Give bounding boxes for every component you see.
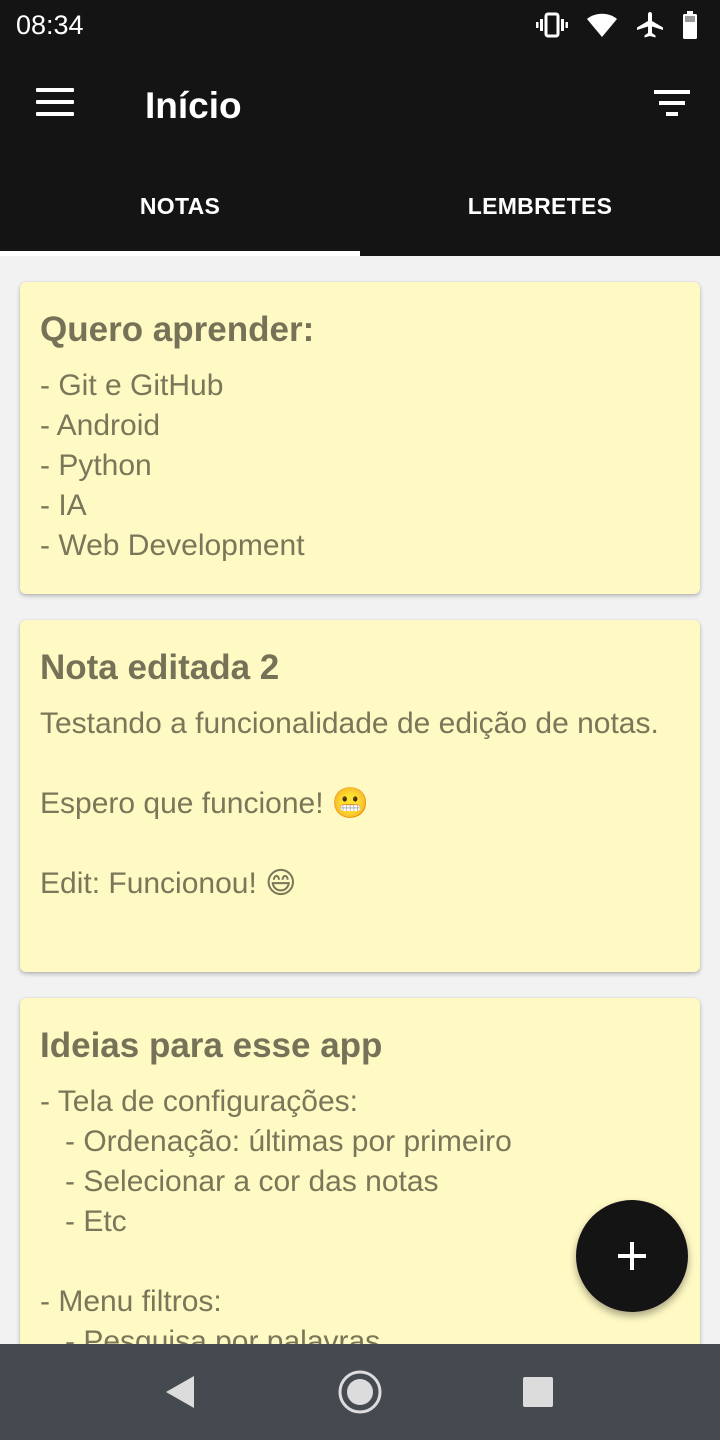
screen: 08:34 Início NOTAS LEMBRETES Quero apren… bbox=[0, 0, 720, 1440]
recents-icon[interactable] bbox=[508, 1366, 568, 1418]
note-body: - Tela de configurações: - Ordenação: úl… bbox=[40, 1085, 512, 1344]
tab-lembretes[interactable]: LEMBRETES bbox=[360, 160, 720, 256]
system-nav-bar bbox=[0, 1344, 720, 1440]
airplane-icon bbox=[637, 12, 663, 38]
home-icon[interactable] bbox=[330, 1366, 390, 1418]
tab-notas[interactable]: NOTAS bbox=[0, 160, 360, 256]
status-icons bbox=[536, 10, 698, 40]
note-body: - Git e GitHub - Android - Python - IA -… bbox=[40, 369, 305, 562]
note-card[interactable]: Quero aprender: - Git e GitHub - Android… bbox=[20, 282, 700, 594]
note-title: Ideias para esse app bbox=[40, 1026, 383, 1065]
filter-sort-icon[interactable] bbox=[654, 90, 690, 118]
filter-line bbox=[666, 112, 678, 116]
app-bar: Início bbox=[0, 50, 720, 160]
menu-line bbox=[36, 88, 74, 92]
wifi-icon bbox=[587, 13, 617, 37]
note-card[interactable]: Nota editada 2 Testando a funcionalidade… bbox=[20, 620, 700, 972]
filter-line bbox=[654, 90, 690, 94]
status-bar: 08:34 bbox=[0, 0, 720, 50]
menu-line bbox=[36, 100, 74, 104]
plus-icon bbox=[630, 1242, 634, 1270]
notes-list[interactable]: Quero aprender: - Git e GitHub - Android… bbox=[0, 256, 720, 1344]
battery-icon bbox=[683, 11, 697, 39]
tab-bar: NOTAS LEMBRETES bbox=[0, 160, 720, 256]
page-title: Início bbox=[145, 85, 242, 126]
add-note-button[interactable] bbox=[576, 1200, 688, 1312]
note-body: Testando a funcionalidade de edição de n… bbox=[40, 707, 659, 900]
note-title: Nota editada 2 bbox=[40, 648, 280, 687]
status-time: 08:34 bbox=[16, 10, 84, 40]
menu-line bbox=[36, 112, 74, 116]
filter-line bbox=[659, 101, 685, 105]
hamburger-menu-icon[interactable] bbox=[36, 88, 76, 118]
note-title: Quero aprender: bbox=[40, 310, 315, 349]
back-icon[interactable] bbox=[150, 1366, 210, 1418]
vibrate-icon bbox=[536, 12, 568, 38]
